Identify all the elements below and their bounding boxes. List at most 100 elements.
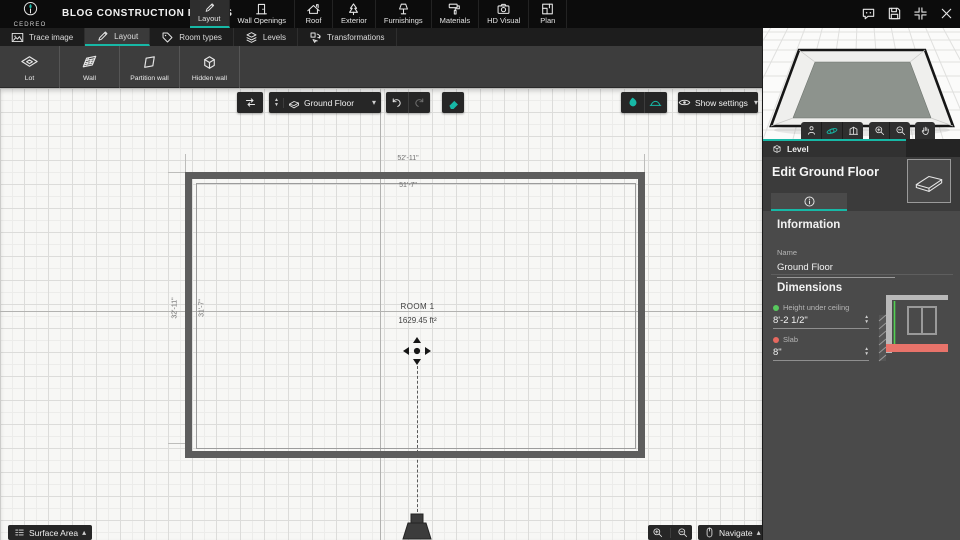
undo-button[interactable] [386,92,408,113]
save-icon[interactable] [887,6,902,21]
wall-icon [82,55,97,68]
leaf-icon [629,97,637,107]
preview-view-tabs [801,122,863,139]
surface-area-button[interactable]: Surface Area ▴ [8,525,93,540]
pencil-icon [205,3,214,12]
height-stepper[interactable]: ▲ ▼ [864,315,869,325]
height-status-dot [773,304,779,311]
subtab-transformations[interactable]: Transformations [298,28,397,46]
lot-icon [21,56,38,67]
pan-hand-button[interactable] [915,122,935,139]
information-tab[interactable] [771,193,847,211]
building-icon [848,126,858,135]
image-icon [11,32,24,42]
tool-partition-wall[interactable]: Partition wall [120,46,180,88]
roof-icon [307,4,320,14]
orbit-view-button[interactable] [821,122,842,139]
chevron-up-icon: ▴ [756,528,761,537]
tab-plan[interactable]: Plan [529,0,568,28]
subtab-layout[interactable]: Layout [85,28,151,46]
dimensions-heading: Dimensions [777,282,843,294]
surface-area-label: Surface Area [29,527,79,538]
plan-view-button[interactable] [842,122,863,139]
tab-materials[interactable]: Materials [432,0,480,28]
roof-toggle-button[interactable] [643,92,668,113]
preview-zoom-in-button[interactable] [869,122,889,139]
lamp-icon [398,3,408,15]
undo-icon [393,98,401,107]
move-handle-icon[interactable] [402,336,432,366]
subtab-label: Levels [262,32,287,42]
camera-sight-line [417,366,418,512]
tool-hidden-wall[interactable]: Hidden wall [180,46,240,88]
subtab-label: Trace image [29,32,74,42]
camera-icon [497,3,510,14]
subtab-room-types[interactable]: Room types [150,28,234,46]
list-icon [15,529,24,536]
chevron-down-icon: ▾ [371,98,376,107]
tab-furnishings[interactable]: Furnishings [376,0,432,28]
level-tab[interactable]: Level [763,139,906,157]
slab-field-value[interactable]: 8" [773,347,782,358]
tab-layout[interactable]: Layout [190,0,230,28]
navigate-button[interactable]: Navigate ▴ [698,525,767,540]
level-shape-button[interactable] [907,159,951,203]
zoom-out-icon [895,126,905,136]
navigate-label: Navigate [719,527,753,538]
zoom-out-icon[interactable] [677,527,688,538]
paint-roller-icon [449,3,461,15]
levels-stack-icon [246,31,257,43]
preview-zoom-out-button[interactable] [889,122,910,139]
switch-view-button[interactable] [237,92,263,113]
tool-wall[interactable]: Wall [60,46,120,88]
subtab-label: Transformations [327,32,385,42]
room-name-label[interactable]: ROOM 1 [345,302,490,311]
top-bar: CEDREO BLOG CONSTRUCTION PHASES Layout W… [0,0,960,28]
information-heading: Information [777,219,841,231]
tab-exterior[interactable]: Exterior [333,0,376,28]
height-under-ceiling-field[interactable]: Height under ceiling 8'-2 1/2" ▲ ▼ [773,303,869,329]
sub-tab-bar: Trace image Layout Room types Levels Tra… [0,28,762,46]
subtab-levels[interactable]: Levels [234,28,299,46]
tab-roof[interactable]: Roof [295,0,334,28]
visibility-toggle-group [621,92,667,113]
subtab-label: Room types [179,32,222,42]
show-settings-button[interactable]: Show settings ▾ [678,92,758,113]
dim-top-inner: 51'-7" [399,182,417,189]
tab-hd-visual[interactable]: HD Visual [479,0,530,28]
level-panel: Level Edit Ground Floor Information Name… [763,139,960,540]
window-controls [861,6,954,21]
collapse-icon[interactable] [913,6,928,21]
eye-icon [678,99,691,106]
subtab-trace-image[interactable]: Trace image [0,28,86,46]
terrain-toggle-button[interactable] [621,92,644,113]
pencil-icon [98,31,108,41]
eraser-button[interactable] [442,92,464,113]
slab-field[interactable]: Slab 8" ▲ ▼ [773,335,869,361]
orbit-3d-icon [826,127,838,134]
close-icon[interactable] [939,6,954,21]
floor-plan-canvas[interactable]: 52'-11" 51'-7" 32'-11" 31'-7" ROOM 1 162… [0,88,767,540]
dim-tick [644,154,645,172]
name-field-value[interactable]: Ground Floor [777,262,895,278]
zoom-in-icon[interactable] [652,527,663,538]
level-properties: Information Name Ground Floor Dimensions… [763,211,960,540]
camera-viewpoint-marker[interactable] [399,512,435,540]
cedreo-logo: CEDREO [10,1,50,28]
slab-stepper[interactable]: ▲ ▼ [864,347,869,357]
panel-title: Edit Ground Floor [772,165,879,179]
name-field[interactable]: Name Ground Floor [777,242,895,278]
tab-wall-openings[interactable]: Wall Openings [230,0,296,28]
chevron-down-icon: ▾ [753,98,758,107]
walkthrough-view-button[interactable] [801,122,821,139]
hidden-wall-icon [204,56,215,69]
dim-tick [168,443,185,444]
floor-selector[interactable]: ▲ ▼ Ground Floor ▾ [269,92,381,113]
feedback-icon[interactable] [861,6,876,21]
dim-left-outer: 32'-11" [171,297,179,319]
height-field-value[interactable]: 8'-2 1/2" [773,315,808,326]
3d-preview[interactable] [763,28,960,139]
floor-stepper[interactable]: ▲ ▼ [274,97,284,108]
redo-button[interactable] [407,92,431,113]
tool-lot[interactable]: Lot [0,46,60,88]
